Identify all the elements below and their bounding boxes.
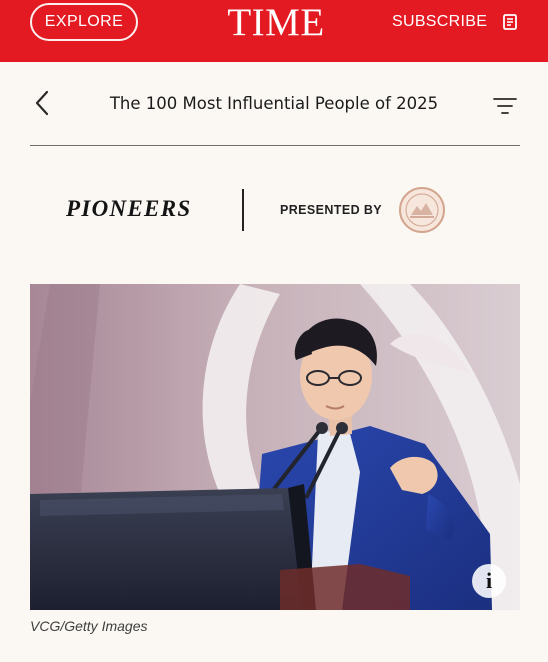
- header-divider: [30, 145, 520, 146]
- top-bar: EXPLORE TIME SUBSCRIBE: [0, 0, 548, 62]
- presented-by-label: PRESENTED BY: [280, 203, 383, 217]
- subscribe-button[interactable]: SUBSCRIBE: [392, 10, 487, 34]
- photo-credit: VCG/Getty Images: [30, 618, 148, 634]
- profile-photo: [30, 284, 520, 610]
- list-nav-bar: The 100 Most Influential People of 2025: [0, 62, 548, 146]
- category-title: PIONEERS: [66, 196, 192, 221]
- sponsor-seal-logo[interactable]: [398, 186, 446, 234]
- time-logo[interactable]: TIME: [222, 1, 330, 45]
- explore-button[interactable]: EXPLORE: [30, 3, 138, 41]
- page-title: The 100 Most Influential People of 2025: [109, 94, 439, 113]
- sponsor-divider: [242, 189, 244, 231]
- info-icon[interactable]: i: [472, 564, 506, 598]
- filter-lines-icon[interactable]: [492, 96, 518, 116]
- chevron-left-icon[interactable]: [30, 88, 56, 118]
- magazine-icon[interactable]: [503, 14, 517, 30]
- photo-image: [30, 284, 520, 610]
